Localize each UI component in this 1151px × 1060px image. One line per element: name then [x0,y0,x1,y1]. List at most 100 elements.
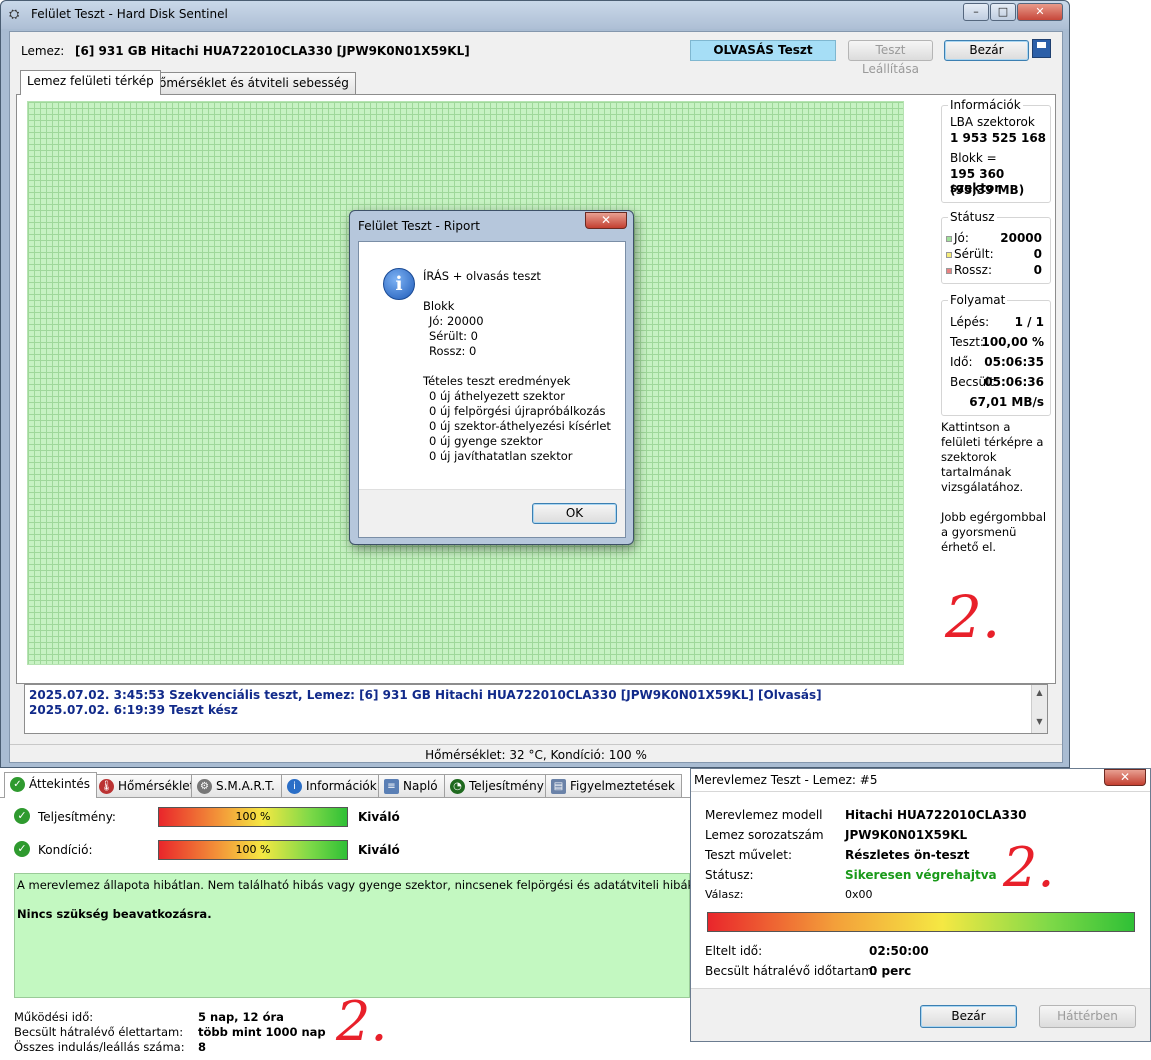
selftest-progress-bar [707,912,1135,932]
estimated-value: 05:06:36 [984,375,1044,389]
start-stop-label: Összes indulás/leállás száma: [14,1040,185,1054]
good-swatch [946,235,952,242]
bad-count: 0 [1033,263,1042,277]
report-line: ÍRÁS + olvasás teszt [423,269,541,283]
model-label: Merevlemez modell [705,808,823,822]
disk-value: [6] 931 GB Hitachi HUA722010CLA330 [JPW9… [75,44,470,58]
selftest-body: Merevlemez modell Hitachi HUA722010CLA33… [691,791,1150,989]
report-footer: OK [359,489,625,537]
elapsed-label: Eltelt idő: [705,944,763,958]
tab-information[interactable]: i Információk [281,774,384,797]
performance-label: Teljesítmény: [38,810,116,824]
alerts-icon: ▤ [551,779,566,794]
tab-surface-map[interactable]: Lemez felületi térkép [20,70,161,95]
status-group-title: Státusz [948,210,997,224]
tab-smart[interactable]: ⚙ S.M.A.R.T. [191,774,282,797]
lba-label: LBA szektorok [950,115,1035,129]
report-line: Tételes teszt eredmények [423,374,571,388]
title-bar[interactable]: ⛭ Felület Teszt - Hard Disk Sentinel – □… [1,1,1069,29]
maximize-button[interactable]: □ [990,3,1016,21]
start-stop-value: 8 [198,1040,207,1054]
tab-log[interactable]: ≡ Napló [378,774,445,797]
info-group-title: Információk [948,98,1023,112]
health-status-action: Nincs szükség beavatkozásra. [17,907,212,921]
scroll-down-icon[interactable]: ▼ [1032,717,1047,726]
log-line: 2025.07.02. 3:45:53 Szekvenciális teszt,… [29,688,822,702]
help-text-context: Jobb egérgombbal a gyorsmenü érhető el. [941,510,1047,554]
performance-rating: Kiváló [358,810,400,824]
close-button[interactable]: Bezár [944,40,1029,61]
save-icon[interactable] [1032,39,1051,58]
report-body: i ÍRÁS + olvasás teszt Blokk Jó: 20000 S… [358,241,626,538]
step-label: Lépés: [950,315,990,329]
app-icon: ⛭ [9,7,20,22]
selftest-title-bar[interactable]: Merevlemez Teszt - Lemez: #5 ✕ [691,769,1150,791]
log-box[interactable]: 2025.07.02. 3:45:53 Szekvenciális teszt,… [24,684,1048,734]
performance-value: 100 % [235,810,271,823]
report-line: 0 új áthelyezett szektor [429,389,565,403]
info-icon: i [383,268,415,300]
selftest-status-label: Státusz: [705,868,754,882]
tab-temperature[interactable]: 🌡 Hőmérséklet [93,774,202,797]
selftest-close-icon[interactable]: ✕ [1104,769,1146,786]
condition-value: 100 % [235,843,271,856]
damaged-swatch [946,251,952,258]
response-value: 0x00 [845,888,873,901]
check-icon: ✓ [14,808,30,824]
handwritten-mark: 2. [336,990,388,1053]
test-value: 100,00 % [981,335,1044,349]
log-scrollbar[interactable]: ▲ ▼ [1031,685,1047,733]
health-status-text: A merevlemez állapota hibátlan. Nem talá… [17,878,726,892]
good-legend: Jó: [946,231,969,245]
selftest-dialog: Merevlemez Teszt - Lemez: #5 ✕ Merevleme… [690,768,1151,1042]
report-dialog-title: Felület Teszt - Riport [358,219,480,233]
background-button[interactable]: Háttérben [1039,1005,1136,1028]
time-value: 05:06:35 [984,355,1044,369]
serial-value: JPW9K0N01X59KL [845,828,968,842]
report-line: 0 új szektor-áthelyezési kísérlet [429,419,611,433]
lba-value: 1 953 525 168 [950,131,1047,145]
bad-legend: Rossz: [946,263,992,277]
condition-meter: 100 % [158,840,348,860]
elapsed-value: 02:50:00 [869,944,929,958]
selftest-close-button[interactable]: Bezár [920,1005,1017,1028]
step-value: 1 / 1 [1014,315,1044,329]
smart-icon: ⚙ [197,779,212,794]
window-title: Felület Teszt - Hard Disk Sentinel [31,7,228,21]
close-window-button[interactable]: ✕ [1017,3,1063,21]
ok-button[interactable]: OK [532,503,617,524]
progress-group: Folyamat Lépés: 1 / 1 Teszt: 100,00 % Id… [941,293,1051,416]
scroll-up-icon[interactable]: ▲ [1032,688,1047,697]
damaged-count: 0 [1033,247,1042,261]
tab-overview[interactable]: ✓ Áttekintés [4,772,98,798]
overview-body: ✓ Teljesítmény: 100 % Kiváló ✓ Kondíció:… [0,797,726,1060]
report-line: Jó: 20000 [429,314,484,328]
performance-icon: ◔ [450,779,465,794]
damaged-legend: Sérült: [946,247,994,261]
remaining-time-value: 0 perc [869,964,912,978]
model-value: Hitachi HUA722010CLA330 [845,808,1027,822]
report-line: Sérült: 0 [429,329,478,343]
operation-value: Részletes ön-teszt [845,848,970,862]
serial-label: Lemez sorozatszám [705,828,824,842]
bad-swatch [946,267,952,274]
tab-alerts[interactable]: ▤ Figyelmeztetések [545,774,682,797]
log-icon: ≡ [384,779,399,794]
test-mode-badge: OLVASÁS Teszt [690,40,836,61]
report-dialog: Felület Teszt - Riport ✕ i ÍRÁS + olvasá… [349,210,634,545]
report-line: 0 új javíthatatlan szektor [429,449,573,463]
minimize-button[interactable]: – [963,3,989,21]
overview-panel: ✓ Áttekintés 🌡 Hőmérséklet ⚙ S.M.A.R.T. i In… [0,772,726,1060]
info-icon: i [287,779,302,794]
response-label: Válasz: [705,888,744,901]
progress-group-title: Folyamat [948,293,1008,307]
tab-performance[interactable]: ◔ Teljesítmény [444,774,551,797]
time-label: Idő: [950,355,973,369]
stop-test-button[interactable]: Teszt Leállítása [848,40,933,76]
health-status-box: A merevlemez állapota hibátlan. Nem talá… [14,873,726,998]
status-group: Státusz Jó: 20000 Sérült: 0 Rossz: 0 [941,210,1051,284]
tab-temperature-speed[interactable]: Hőmérséklet és átviteli sebesség [143,72,356,94]
report-line: 0 új felpörgési újrapróbálkozás [429,404,606,418]
report-close-button[interactable]: ✕ [585,212,627,229]
remaining-life-value: több mint 1000 nap [198,1025,326,1039]
